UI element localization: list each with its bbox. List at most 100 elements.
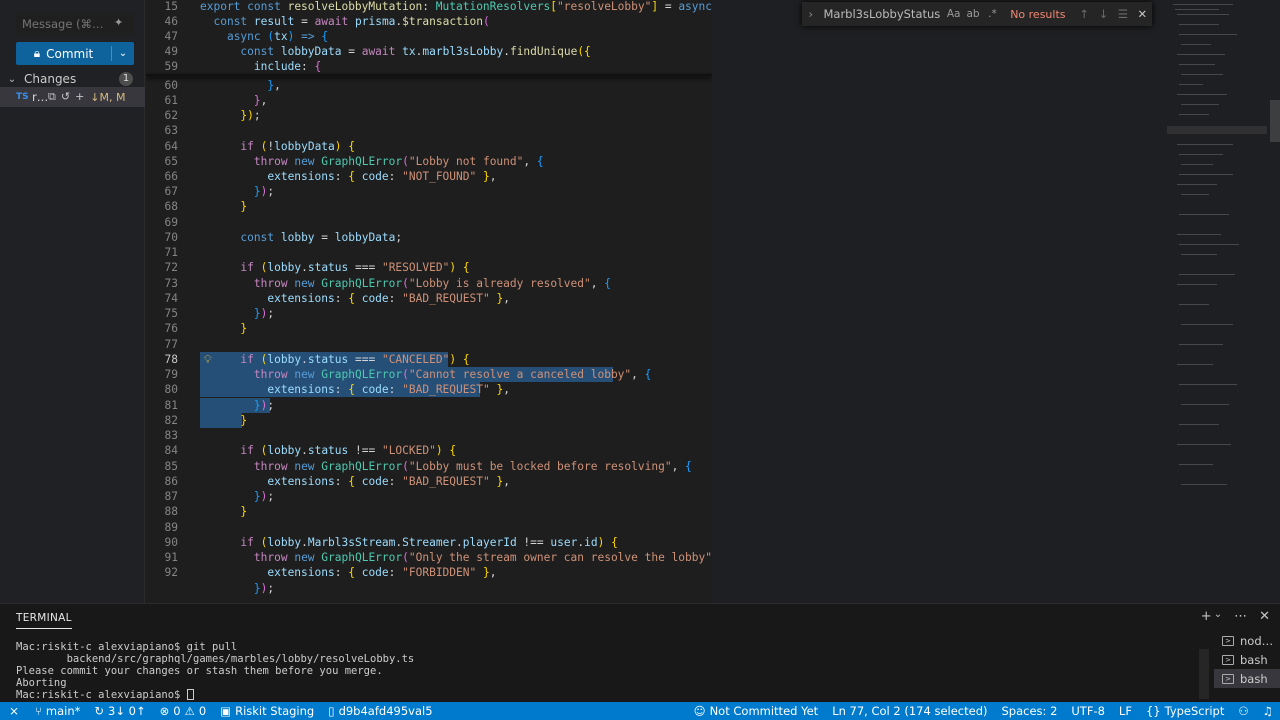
- arrow-down-icon[interactable]: ↓: [1094, 7, 1113, 21]
- cursor-position[interactable]: Ln 77, Col 2 (174 selected): [825, 702, 994, 720]
- line-number: 62: [164, 109, 178, 122]
- changed-file-item[interactable]: TS r… ⧉ ↺ + ↓M, M: [0, 87, 145, 107]
- language-name: TypeScript: [1164, 704, 1225, 718]
- scrollbar-thumb[interactable]: [1270, 100, 1280, 142]
- line-number: 75: [164, 307, 178, 320]
- line-number: 61: [164, 94, 178, 107]
- commit-indicator[interactable]: ▯ d9b4afd495val5: [321, 702, 439, 720]
- warning-icon: ⚠: [184, 704, 195, 718]
- open-file-icon[interactable]: ⧉: [48, 90, 56, 104]
- blame-indicator[interactable]: ☺ Not Committed Yet: [687, 702, 826, 720]
- lightbulb-icon[interactable]: 💡︎: [204, 353, 216, 366]
- changes-group[interactable]: ⌄ Changes 1: [0, 69, 145, 89]
- code-line: });: [253, 185, 275, 198]
- sync-indicator[interactable]: ↻ 3↓ 0↑: [87, 702, 152, 720]
- terminal-session-item[interactable]: > bash: [1214, 650, 1280, 669]
- terminal-cursor: [186, 689, 194, 700]
- line-number: 15: [164, 0, 178, 13]
- line-number: 92: [164, 566, 178, 579]
- problems-indicator[interactable]: ⊗ 0 ⚠ 0: [153, 702, 214, 720]
- commit-hash: d9b4afd495val5: [338, 704, 433, 718]
- close-icon[interactable]: ✕: [1133, 7, 1152, 21]
- encoding[interactable]: UTF-8: [1064, 702, 1112, 720]
- code-line: async (tx) => {: [226, 30, 329, 43]
- editor-scrollbar[interactable]: [1267, 0, 1280, 603]
- close-icon[interactable]: ✕: [1259, 609, 1270, 624]
- line-number: 71: [164, 246, 178, 259]
- line-number: 64: [164, 140, 178, 153]
- line-number: 47: [164, 30, 178, 43]
- terminal-icon: >: [1222, 635, 1234, 646]
- profile-indicator[interactable]: ▣ Riskit Staging: [213, 702, 321, 720]
- sticky-scroll-divider: [146, 74, 712, 76]
- minimap-slider[interactable]: [1167, 126, 1267, 134]
- find-in-selection-icon[interactable]: ☰: [1113, 7, 1132, 21]
- terminal-session-item[interactable]: > bash: [1214, 669, 1280, 688]
- language-mode[interactable]: {} TypeScript: [1139, 702, 1231, 720]
- code-line: throw new GraphQLError("Cannot resolve a…: [253, 368, 652, 381]
- code-line: throw new GraphQLError("Only the stream …: [253, 551, 712, 564]
- code-line: }: [240, 200, 248, 213]
- profile-name: Riskit Staging: [235, 704, 315, 718]
- status-bar: ⨯ ⑂ main* ↻ 3↓ 0↑ ⊗ 0 ⚠ 0 ▣ Riskit Staging ▯ d9…: [0, 702, 1280, 720]
- commit-button[interactable]: 🔒︎ Commit: [16, 46, 111, 61]
- code-line: });: [253, 490, 275, 503]
- line-number: 80: [164, 383, 178, 396]
- whole-word-toggle[interactable]: ab: [963, 8, 982, 20]
- line-number: 78: [164, 353, 178, 366]
- discard-icon[interactable]: ↺: [61, 90, 70, 104]
- stage-icon[interactable]: +: [75, 90, 84, 104]
- terminal-session-label: bash: [1240, 652, 1268, 667]
- commit-button-group: 🔒︎ Commit ⌄: [16, 42, 134, 65]
- chevron-down-icon[interactable]: ⌄: [1214, 609, 1222, 624]
- code-line: include: {: [253, 60, 322, 73]
- code-editor[interactable]: 15 export const resolveLobbyMutation: Mut…: [146, 0, 712, 603]
- branch-name: main*: [45, 704, 81, 718]
- match-case-toggle[interactable]: Aa: [944, 8, 963, 20]
- changes-label: Changes: [24, 72, 77, 86]
- code-line: });: [253, 582, 275, 595]
- terminal-scrollbar[interactable]: [1199, 649, 1209, 699]
- panel-actions: + ⌄ ⋯ ✕: [1201, 609, 1270, 624]
- changes-count-badge: 1: [119, 72, 133, 86]
- plus-icon[interactable]: +: [1201, 609, 1212, 624]
- copilot-icon[interactable]: ⚇: [1231, 702, 1255, 720]
- code-line: throw new GraphQLError("Lobby is already…: [253, 277, 611, 290]
- minimap[interactable]: [1167, 0, 1267, 603]
- terminal-icon: >: [1222, 654, 1234, 665]
- terminal-session-item[interactable]: > nod…: [1214, 631, 1280, 650]
- regex-toggle[interactable]: .*: [983, 8, 1002, 20]
- line-number: 66: [164, 170, 178, 183]
- line-number: 76: [164, 322, 178, 335]
- terminal-sessions: > nod… > bash > bash: [1214, 631, 1280, 688]
- more-icon[interactable]: ⋯: [1234, 609, 1247, 624]
- line-number: 67: [164, 185, 178, 198]
- line-number: 72: [164, 261, 178, 274]
- terminal-session-label: nod…: [1240, 633, 1274, 648]
- sync-count: 3↓ 0↑: [108, 704, 146, 718]
- terminal-panel: TERMINAL + ⌄ ⋯ ✕ Mac:riskit-c alexviapia…: [0, 603, 1280, 702]
- chevron-down-icon[interactable]: ⌄: [112, 48, 134, 59]
- source-control-panel: ✦ 🔒︎ Commit ⌄ ⌄ Changes 1 TS r… ⧉ ↺ + ↓M…: [0, 0, 145, 603]
- code-line: throw new GraphQLError("Lobby must be lo…: [253, 460, 692, 473]
- code-line: extensions: { code: "FORBIDDEN" },: [267, 566, 497, 579]
- terminal-prompt[interactable]: Mac:riskit-c alexviapiano$: [16, 689, 194, 701]
- line-number: 87: [164, 490, 178, 503]
- error-icon: ⊗: [159, 704, 170, 718]
- indentation[interactable]: Spaces: 2: [995, 702, 1065, 720]
- tab-terminal[interactable]: TERMINAL: [16, 612, 72, 629]
- terminal-line: Please commit your changes or stash them…: [16, 665, 383, 677]
- line-number: 70: [164, 231, 178, 244]
- code-line: if (lobby.Marbl3sStream.Streamer.playerI…: [240, 536, 618, 549]
- branch-indicator[interactable]: ⑂ main*: [28, 702, 87, 720]
- find-input[interactable]: Marbl3sLobbyStatus: [819, 7, 943, 21]
- end-of-line[interactable]: LF: [1112, 702, 1139, 720]
- chevron-right-icon[interactable]: ›: [802, 7, 819, 21]
- remote-icon[interactable]: ⨯: [0, 702, 28, 720]
- sparkle-icon[interactable]: ✦: [114, 16, 130, 32]
- notifications-icon[interactable]: ♫: [1256, 702, 1280, 720]
- blame-text: Not Committed Yet: [709, 704, 819, 718]
- find-widget: › Marbl3sLobbyStatus Aa ab .* No results…: [802, 2, 1152, 26]
- code-line: }: [240, 322, 248, 335]
- arrow-up-icon[interactable]: ↑: [1074, 7, 1093, 21]
